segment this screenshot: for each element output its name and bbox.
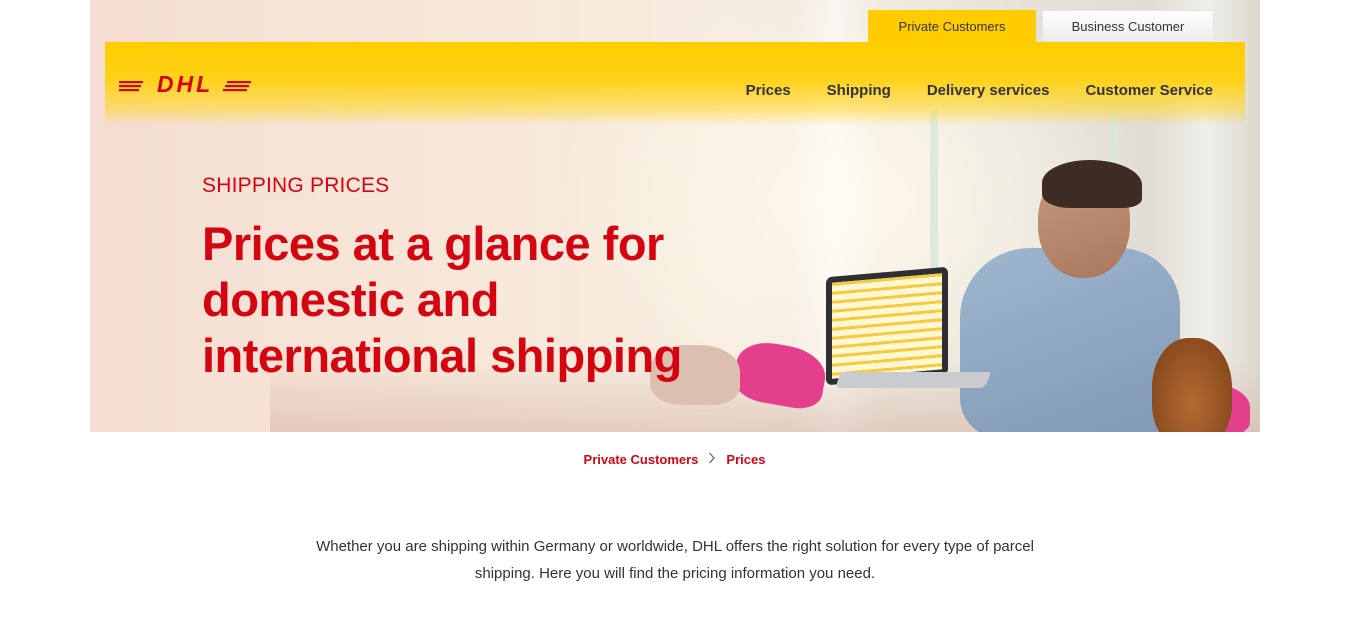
hero-person-hair [1042,160,1142,208]
hero-guitar [1152,338,1232,432]
hero-headline-line: international shipping [202,329,682,382]
svg-text:DHL: DHL [157,72,213,97]
intro-text: Whether you are shipping within Germany … [316,538,1034,582]
hero-laptop-base [835,372,991,388]
nav-delivery-services[interactable]: Delivery services [927,82,1050,99]
hero-eyebrow: SHIPPING PRICES [202,174,390,197]
nav-shipping[interactable]: Shipping [827,82,891,99]
tab-private-customers[interactable]: Private Customers [868,10,1036,42]
breadcrumb-private-customers[interactable]: Private Customers [584,452,699,467]
dhl-logo-icon[interactable]: DHL [119,72,251,98]
nav-customer-service[interactable]: Customer Service [1085,82,1213,99]
hero-headline-line: Prices at a glance for [202,217,664,270]
tab-business-customer[interactable]: Business Customer [1042,10,1214,42]
hero-laptop [826,266,948,386]
main-nav: Prices Shipping Delivery services Custom… [746,82,1213,99]
hero-headline-line: domestic and [202,273,499,326]
breadcrumb-prices[interactable]: Prices [726,452,765,467]
customer-type-tabs: Private Customers Business Customer [868,10,1214,42]
hero-headline: Prices at a glance for domestic and inte… [202,216,762,384]
header-bar: DHL Prices Shipping Delivery services Cu… [105,42,1245,126]
chevron-right-icon [708,451,716,467]
nav-prices[interactable]: Prices [746,82,791,99]
breadcrumb: Private Customers Prices [0,451,1349,467]
